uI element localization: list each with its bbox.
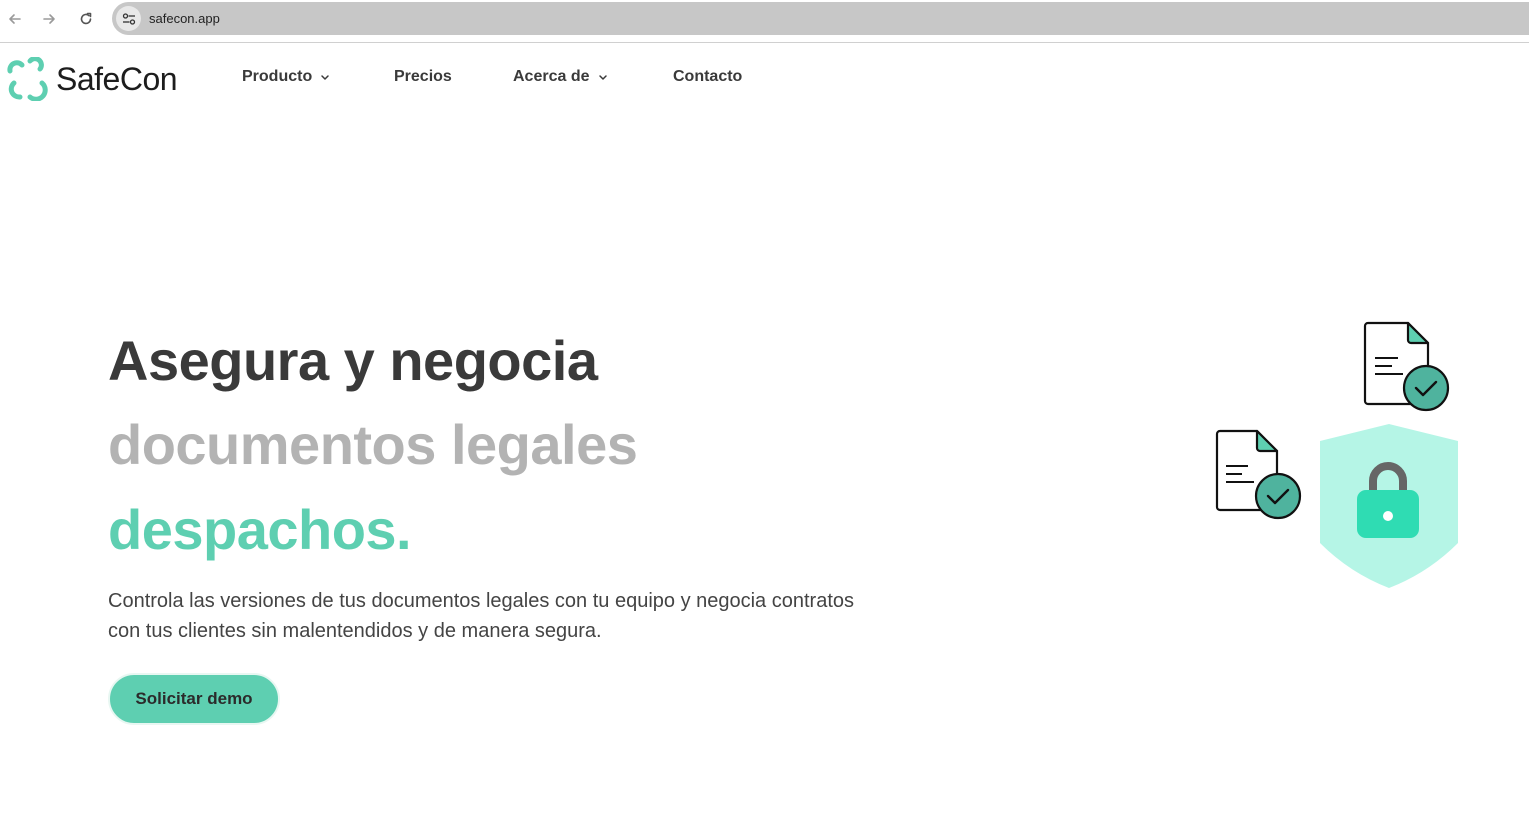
hero-description: Controla las versiones de tus documentos… [108,590,855,642]
document-check-icon [1215,429,1302,520]
nav-item-producto[interactable]: Producto [242,68,330,86]
hero-heading-line-2: documentos legales [108,413,638,476]
shield-lock-icon [1320,424,1458,588]
arrow-right-icon [43,14,55,24]
document-check-icon [1363,321,1450,412]
nav-item-contacto[interactable]: Contacto [673,68,742,86]
browser-toolbar: safecon.app [0,0,1529,43]
address-bar[interactable]: safecon.app [112,2,1529,35]
hero-illustration [1215,321,1458,588]
reload-icon [80,12,92,25]
nav-label: Acerca de [513,68,590,85]
hero-heading-line-1: Asegura y negocia [108,329,598,392]
nav-item-precios[interactable]: Precios [394,68,452,86]
nav-label: Producto [242,68,313,85]
back-button[interactable] [4,8,26,30]
url-text[interactable]: safecon.app [149,11,220,26]
site-info-button[interactable] [116,6,141,31]
tune-icon [122,12,135,25]
chevron-down-icon [598,74,608,81]
chevron-down-icon [320,74,330,81]
reload-button[interactable] [75,8,97,30]
forward-button[interactable] [38,8,60,30]
site-logo[interactable]: SafeCon [6,57,178,101]
hero-heading-line-3: despachos. [108,498,412,561]
nav-label: Contacto [673,68,743,85]
safecon-logo-icon [7,57,48,101]
nav-item-acerca-de[interactable]: Acerca de [513,68,608,86]
brand-name: SafeCon [56,60,178,97]
arrow-left-icon [9,14,21,24]
nav-label: Precios [394,68,452,85]
request-demo-button[interactable]: Solicitar demo [108,673,280,725]
